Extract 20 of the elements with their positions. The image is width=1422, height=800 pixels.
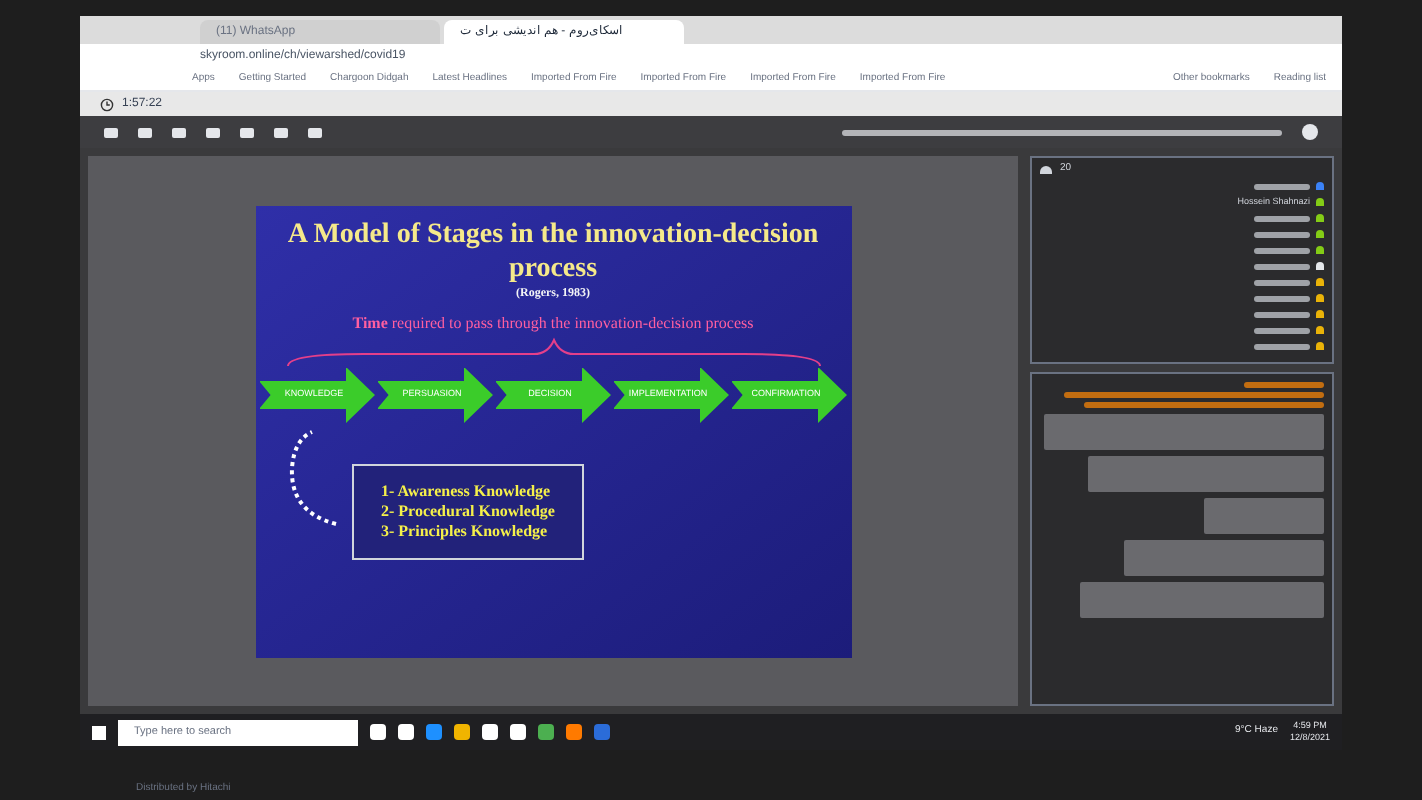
blurred-text-drawing bbox=[1254, 247, 1310, 253]
knowledge-item: 2- Procedural Knowledge bbox=[381, 501, 555, 521]
blurred-text-drawing bbox=[1254, 311, 1310, 317]
users-icon bbox=[1040, 165, 1052, 174]
blurred-text-drawing bbox=[1244, 382, 1324, 388]
time-note: Time required to pass through the innovation-decision process bbox=[352, 311, 754, 335]
knowledge-item: 1- Awareness Knowledge bbox=[381, 481, 553, 501]
blurred-text-drawing bbox=[1254, 263, 1310, 269]
windows-start-icon[interactable] bbox=[92, 725, 106, 739]
blurred-text-drawing bbox=[1254, 231, 1310, 237]
slide-title: A Model of Stages in the innovation-decision process bbox=[285, 217, 821, 285]
blurred-text-drawing bbox=[1254, 327, 1310, 333]
chat-message bbox=[1204, 498, 1324, 534]
blurred-text-drawing bbox=[1254, 343, 1310, 349]
knowledge-item: 3- Principles Knowledge bbox=[381, 521, 550, 541]
blurred-text-drawing bbox=[1254, 183, 1310, 189]
blurred-text-drawing bbox=[1254, 215, 1310, 221]
clock-icon bbox=[100, 97, 114, 111]
blurred-text-drawing bbox=[1254, 279, 1310, 285]
blurred-text-drawing bbox=[1254, 295, 1310, 301]
